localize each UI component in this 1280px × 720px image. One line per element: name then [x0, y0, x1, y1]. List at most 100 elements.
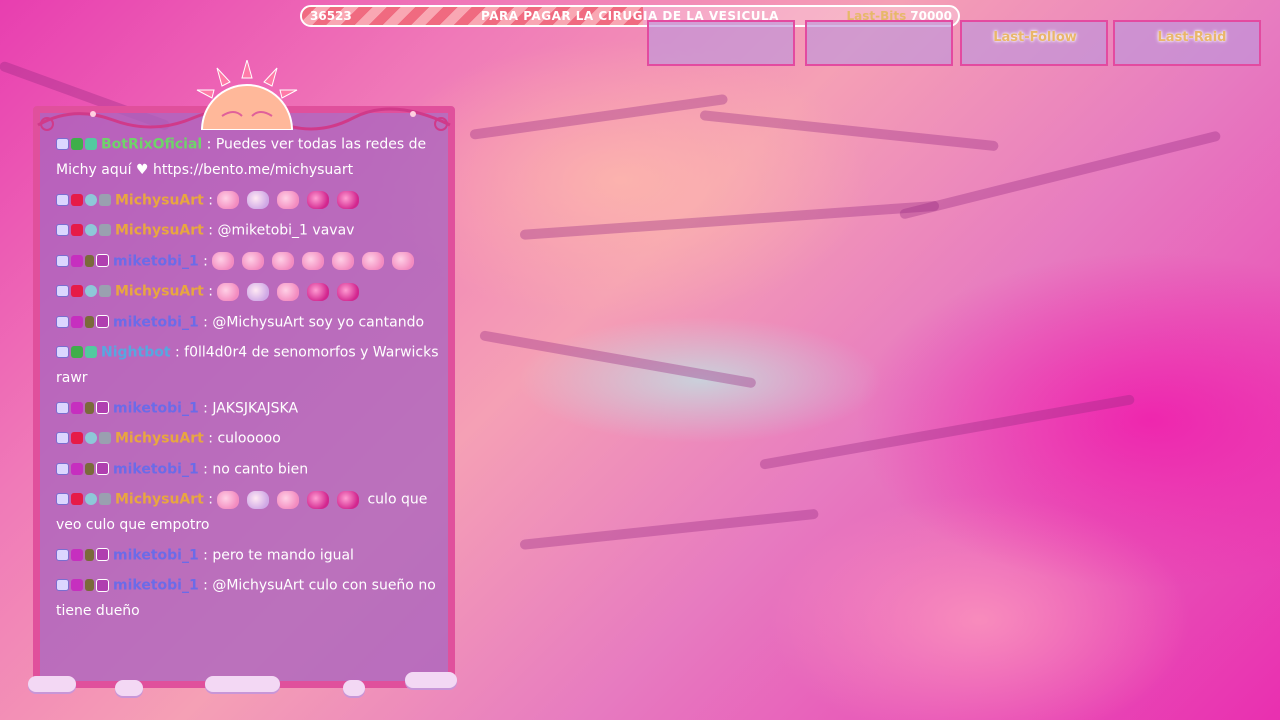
chat-username[interactable]: miketobi_1 — [113, 400, 199, 416]
star-badge-icon — [96, 578, 109, 592]
vip-badge-icon — [85, 493, 97, 505]
robot-badge-icon — [99, 224, 111, 236]
chat-username[interactable]: MichysuArt — [115, 431, 204, 447]
emote-icon — [247, 191, 270, 209]
chat-badge-icon — [56, 193, 69, 206]
chat-username[interactable]: BotRixOficial — [101, 137, 202, 153]
chat-message: MichysuArt : culooooo — [56, 426, 440, 452]
chat-badge-icon — [56, 285, 69, 297]
chat-username[interactable]: miketobi_1 — [113, 547, 199, 563]
badge-group — [56, 340, 99, 365]
chat-badge-icon — [56, 138, 69, 150]
chat-message: miketobi_1 : @MichysuArt culo con sueño … — [56, 573, 440, 624]
stat-box-2 — [805, 20, 953, 66]
badge-group — [56, 188, 113, 213]
badge-group — [56, 218, 113, 243]
chat-badge-icon — [56, 462, 69, 475]
emote-icon — [337, 490, 360, 509]
chat-text: : culooooo — [203, 430, 281, 447]
gift-badge-icon — [85, 401, 94, 414]
robot-badge-icon — [99, 285, 111, 297]
chat-text: : — [203, 491, 214, 508]
vip-badge-icon — [85, 285, 97, 297]
badge-group — [56, 457, 111, 482]
chat-badge-icon — [56, 315, 69, 328]
emote-icon — [277, 191, 300, 209]
gift-badge-icon — [85, 462, 94, 475]
chat-text: : @MichysuArt soy yo cantando — [198, 314, 425, 330]
emote-icon — [211, 252, 234, 270]
star-badge-icon — [96, 254, 109, 267]
vip-badge-icon — [85, 432, 97, 444]
bot-badge-icon — [85, 346, 97, 358]
chat-username[interactable]: MichysuArt — [115, 492, 204, 508]
robot-badge-icon — [99, 193, 111, 206]
chat-badge-icon — [56, 579, 69, 591]
emote-icon — [361, 252, 384, 270]
gift-badge-icon — [85, 548, 94, 561]
chat-username[interactable]: MichysuArt — [115, 284, 204, 300]
chat-username[interactable]: MichysuArt — [115, 192, 204, 208]
robot-badge-icon — [99, 493, 111, 505]
chat-message: miketobi_1 : pero te mando igual — [56, 543, 440, 569]
broadcaster-badge-icon — [71, 193, 83, 206]
emote-icon — [307, 282, 330, 301]
emote-icon — [217, 282, 240, 301]
chat-username[interactable]: miketobi_1 — [113, 314, 199, 330]
badge-group — [56, 249, 111, 274]
cloud-decoration — [28, 676, 76, 692]
emote-icon — [217, 191, 240, 209]
emote-icon — [217, 490, 240, 509]
badge-group — [56, 543, 111, 568]
gift-badge-icon — [85, 254, 94, 267]
chat-username[interactable]: miketobi_1 — [113, 578, 199, 594]
emote-icon — [337, 191, 360, 209]
star-badge-icon — [96, 401, 109, 414]
broadcaster-badge-icon — [71, 432, 83, 444]
chat-badge-icon — [56, 224, 69, 236]
chat-text: : — [203, 192, 214, 208]
cloud-decoration — [343, 680, 365, 696]
emote-icon — [337, 282, 360, 301]
emote-icon — [331, 252, 354, 270]
gift-badge-icon — [85, 579, 94, 591]
subscriber-badge-icon — [71, 315, 83, 328]
robot-badge-icon — [99, 432, 111, 444]
chat-message: MichysuArt : culo que veo culo que empot… — [56, 487, 440, 538]
vip-badge-icon — [85, 224, 97, 236]
chat-text: : no canto bien — [198, 461, 309, 477]
chat-message: MichysuArt : @miketobi_1 vavav — [56, 218, 440, 244]
emote-icon — [307, 191, 330, 209]
chat-badge-icon — [56, 346, 69, 358]
chat-badge-icon — [56, 432, 69, 444]
chat-message: miketobi_1 : — [56, 249, 440, 275]
stat-box-1 — [647, 20, 795, 66]
star-badge-icon — [96, 462, 109, 475]
badge-group — [56, 487, 113, 512]
chat-username[interactable]: miketobi_1 — [113, 253, 199, 269]
emote-icon — [247, 490, 270, 509]
chat-badge-icon — [56, 548, 69, 561]
last-raid-label: Last-Raid — [1157, 30, 1227, 45]
star-badge-icon — [96, 548, 109, 561]
emote-icon — [277, 490, 300, 509]
cloud-decoration — [115, 680, 143, 696]
subscriber-badge-icon — [71, 254, 83, 267]
emote-icon — [391, 252, 414, 270]
chat-message: BotRixOficial : Puedes ver todas las red… — [56, 132, 440, 183]
cloud-decoration — [405, 672, 457, 688]
chat-username[interactable]: Nightbot — [101, 345, 171, 361]
chat-message: miketobi_1 : JAKSJKAJSKA — [56, 396, 440, 422]
chat-username[interactable]: MichysuArt — [115, 223, 204, 239]
subscriber-badge-icon — [71, 462, 83, 475]
badge-group — [56, 426, 113, 451]
chat-message: miketobi_1 : no canto bien — [56, 457, 440, 483]
subscriber-badge-icon — [71, 579, 83, 591]
chat-message: miketobi_1 : @MichysuArt soy yo cantando — [56, 310, 440, 336]
badge-group — [56, 310, 111, 335]
badge-group — [56, 279, 113, 304]
chat-badge-icon — [56, 401, 69, 414]
broadcaster-badge-icon — [71, 285, 83, 297]
chat-username[interactable]: miketobi_1 — [113, 461, 199, 477]
emote-icon — [241, 252, 264, 270]
